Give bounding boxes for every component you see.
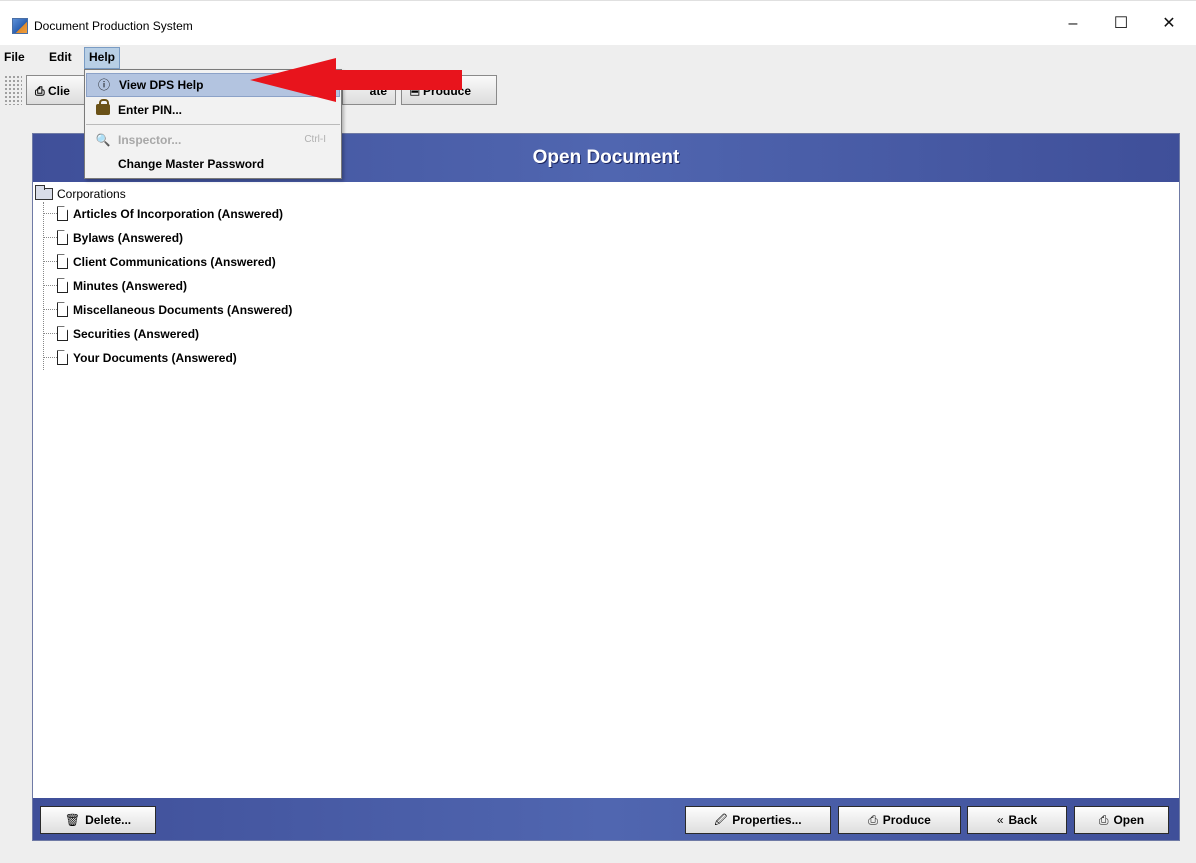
document-icon <box>57 206 68 222</box>
folder-icon <box>35 184 53 200</box>
app-icon <box>12 18 28 34</box>
back-button[interactable]: «Back <box>967 806 1067 834</box>
close-button[interactable]: ✕ <box>1146 7 1192 41</box>
delete-button[interactable]: 🗑 Delete... <box>40 806 156 834</box>
document-icon <box>57 302 68 318</box>
magnifier-icon: 🔍 <box>95 133 111 147</box>
menu-item-change-master-password[interactable]: Change Master Password <box>86 152 340 176</box>
document-icon <box>57 230 68 246</box>
window-titlebar: Document Production System – ☐ ✕ <box>0 0 1196 46</box>
document-icon <box>57 350 68 366</box>
menubar: File Edit Help <box>0 45 1196 69</box>
document-icon <box>57 254 68 270</box>
document-icon <box>57 326 68 342</box>
toolbar-grip[interactable] <box>4 75 22 105</box>
document-icon <box>57 278 68 294</box>
printer-icon: ⎙ <box>1098 813 1109 827</box>
panel-button-bar: 🗑 Delete... 🖉 Properties... ⎙ Produce «Back… <box>33 798 1179 840</box>
menu-file[interactable]: File <box>0 47 29 67</box>
menu-separator <box>86 124 340 125</box>
annotation-arrow-icon <box>250 58 462 102</box>
menu-help[interactable]: Help <box>84 47 121 69</box>
maximize-button[interactable]: ☐ <box>1098 7 1144 41</box>
produce-button[interactable]: ⎙ Produce <box>838 806 961 834</box>
tree-item[interactable]: Articles Of Incorporation (Answered) <box>43 206 283 228</box>
tree-item[interactable]: Client Communications (Answered) <box>43 254 276 276</box>
open-button[interactable]: ⎙ Open <box>1074 806 1169 834</box>
tree-root-corporations[interactable]: Corporations <box>35 184 126 202</box>
lock-icon <box>96 99 110 115</box>
printer-icon: ⎙ <box>35 84 48 98</box>
help-icon: ⓘ <box>97 78 110 92</box>
printer-icon: ⎙ <box>868 813 878 827</box>
window-title: Document Production System <box>34 19 193 33</box>
properties-icon: 🖉 <box>714 813 728 827</box>
back-arrow-icon: « <box>996 813 1004 827</box>
tree-item[interactable]: Your Documents (Answered) <box>43 350 237 372</box>
tree-item[interactable]: Bylaws (Answered) <box>43 230 183 252</box>
tree-item[interactable]: Minutes (Answered) <box>43 278 187 300</box>
properties-button[interactable]: 🖉 Properties... <box>685 806 831 834</box>
open-document-panel: Open Document Corporations Articles Of I… <box>32 133 1180 841</box>
menu-edit[interactable]: Edit <box>45 47 76 67</box>
tree-item[interactable]: Miscellaneous Documents (Answered) <box>43 302 292 324</box>
tree-item[interactable]: Securities (Answered) <box>43 326 199 348</box>
minimize-button[interactable]: – <box>1050 7 1096 41</box>
menu-item-inspector: 🔍 Inspector... Ctrl-I <box>86 128 340 152</box>
trash-icon: 🗑 <box>64 813 81 827</box>
